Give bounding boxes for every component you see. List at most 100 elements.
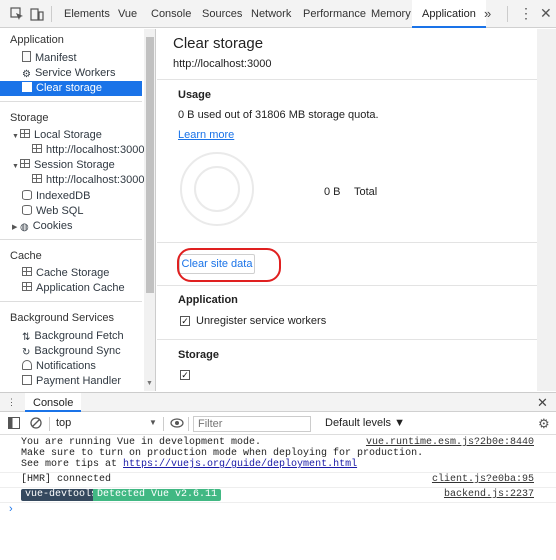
database-icon — [22, 190, 32, 200]
expand-triangle-icon[interactable]: ▼ — [12, 129, 20, 144]
drawer-menu-icon[interactable]: ⋮ — [7, 397, 16, 408]
toolbar-divider — [163, 417, 164, 431]
usage-pie-chart — [180, 152, 254, 226]
sidebar-item-local-storage[interactable]: ▼ Local Storage — [0, 128, 142, 143]
sidebar-item-local-origin[interactable]: http://localhost:3000 — [0, 143, 144, 158]
console-row-divider — [0, 502, 556, 503]
page-title: Clear storage — [173, 35, 264, 52]
sidebar-item-label: Service Workers — [34, 67, 116, 79]
context-select[interactable]: top — [56, 417, 158, 429]
sidebar-item-application-cache[interactable]: Application Cache — [0, 281, 142, 296]
section-head-cache: Cache — [10, 250, 42, 262]
sidebar-item-session-origin[interactable]: http://localhost:3000 — [0, 173, 145, 188]
console-settings-gear-icon[interactable]: ⚙ — [538, 416, 550, 432]
source-link[interactable]: vue.runtime.esm.js?2b0e:8440 — [366, 437, 534, 448]
vue-devtools-badge: vue-devtools — [21, 489, 102, 501]
sidebar-item-cache-storage[interactable]: Cache Storage — [0, 266, 142, 281]
storage-grid-icon — [32, 144, 42, 154]
sidebar-item-label: http://localhost:3000 — [46, 174, 145, 186]
storage-grid-icon — [22, 267, 32, 277]
sidebar-item-service-workers[interactable]: ⚙ Service Workers — [0, 66, 142, 81]
customize-menu-icon[interactable]: ⋮ — [519, 5, 533, 22]
unregister-service-workers-checkbox[interactable]: ✓ — [180, 316, 190, 326]
usage-summary: 0 B used out of 31806 MB storage quota. — [178, 109, 379, 121]
toolbar-divider — [188, 417, 189, 431]
sidebar-item-label: Background Sync — [34, 345, 121, 357]
toolbar-divider — [51, 6, 52, 22]
tab-vue[interactable]: Vue — [118, 0, 137, 28]
sidebar-item-cookies[interactable]: ▶ ◍ Cookies — [0, 219, 142, 234]
chevron-down-icon[interactable]: ▼ — [149, 418, 157, 427]
drawer-tab-console[interactable]: Console — [25, 393, 82, 412]
sidebar-item-label: Clear storage — [36, 82, 103, 94]
expand-triangle-icon[interactable]: ▶ — [12, 220, 20, 235]
sidebar-item-notifications[interactable]: Notifications — [0, 359, 142, 374]
tab-memory[interactable]: Memory — [371, 0, 411, 28]
section-head-application: Application — [10, 34, 64, 46]
database-icon — [22, 205, 32, 215]
source-link[interactable]: client.js?e0ba:95 — [432, 474, 534, 485]
sidebar-scrollbar-thumb[interactable] — [146, 37, 154, 293]
application-sidebar: Application Manifest ⚙ Service Workers Cl… — [0, 29, 156, 391]
sidebar-item-label: Cache Storage — [36, 267, 110, 279]
tab-application[interactable]: Application — [412, 0, 486, 28]
show-sidebar-icon[interactable] — [8, 417, 20, 432]
clear-console-icon[interactable] — [30, 417, 42, 432]
sidebar-item-payment-handler[interactable]: Payment Handler — [0, 374, 142, 389]
console-message-text: You are running Vue in development mode. — [21, 437, 262, 448]
expand-triangle-icon[interactable]: ▼ — [12, 159, 20, 174]
sidebar-item-websql[interactable]: Web SQL — [0, 204, 142, 219]
sidebar-item-background-fetch[interactable]: ⇅ Background Fetch — [0, 329, 142, 344]
console-message-text: [HMR] connected — [21, 474, 112, 485]
sidebar-item-label: IndexedDB — [36, 190, 91, 202]
sidebar-item-session-storage[interactable]: ▼ Session Storage — [0, 158, 142, 173]
learn-more-link[interactable]: Learn more — [178, 129, 234, 141]
sidebar-item-label: Payment Handler — [36, 375, 121, 387]
section-divider — [157, 79, 537, 80]
main-scrollbar[interactable] — [537, 29, 556, 391]
log-levels-dropdown[interactable]: Default levels ▼ — [325, 417, 405, 429]
source-link[interactable]: backend.js:2237 — [444, 489, 534, 500]
console-message: [HMR] connected client.js?e0ba:95 — [0, 474, 556, 486]
vue-version-badge: Detected Vue v2.6.11 — [93, 489, 222, 501]
storage-checkbox[interactable]: ✓ — [180, 370, 190, 380]
deployment-guide-link[interactable]: https://vuejs.org/guide/deployment.html — [123, 459, 357, 470]
section-divider — [157, 285, 537, 286]
sidebar-item-clear-storage[interactable]: Clear storage — [0, 81, 142, 96]
section-head-usage: Usage — [178, 89, 212, 101]
console-message: vue-devtools Detected Vue v2.6.11 backen… — [0, 489, 556, 501]
console-message: You are running Vue in development mode.… — [0, 437, 556, 470]
sidebar-item-label: Manifest — [35, 52, 77, 64]
section-head-background-services: Background Services — [10, 312, 114, 324]
sidebar-item-manifest[interactable]: Manifest — [0, 51, 142, 66]
storage-grid-icon — [32, 174, 42, 184]
live-expression-eye-icon[interactable] — [170, 417, 184, 432]
sidebar-divider — [0, 301, 142, 302]
close-drawer-icon[interactable]: ✕ — [537, 395, 548, 411]
refresh-icon: ↻ — [22, 347, 31, 358]
sidebar-item-label: Web SQL — [36, 205, 84, 217]
close-devtools-icon[interactable]: ✕ — [540, 5, 552, 22]
tab-sources[interactable]: Sources — [202, 0, 242, 28]
tab-elements[interactable]: Elements — [64, 0, 110, 28]
device-toolbar-icon[interactable] — [29, 6, 45, 22]
unregister-service-workers-label: Unregister service workers — [196, 315, 327, 327]
console-prompt[interactable]: › — [9, 503, 13, 515]
devtools-tab-bar: Elements Vue Console Sources Network Per… — [0, 0, 556, 28]
tab-network[interactable]: Network — [251, 0, 291, 28]
tab-performance[interactable]: Performance — [303, 0, 366, 28]
tab-console[interactable]: Console — [151, 0, 191, 28]
sidebar-item-label: Application Cache — [36, 282, 125, 294]
console-filter-input[interactable] — [193, 416, 311, 432]
more-tabs-button[interactable]: » — [484, 6, 491, 21]
inspect-element-icon[interactable] — [9, 6, 25, 22]
toolbar-divider — [507, 6, 508, 22]
origin-url: http://localhost:3000 — [173, 58, 272, 70]
sidebar-item-background-sync[interactable]: ↻ Background Sync — [0, 344, 142, 359]
sidebar-item-indexeddb[interactable]: IndexedDB — [0, 189, 142, 204]
sidebar-item-label: Cookies — [32, 220, 73, 232]
section-divider — [157, 242, 537, 243]
clear-storage-pane: Clear storage http://localhost:3000 Usag… — [157, 29, 556, 391]
sidebar-divider — [0, 101, 142, 102]
scroll-down-arrow-icon[interactable]: ▼ — [146, 380, 153, 387]
